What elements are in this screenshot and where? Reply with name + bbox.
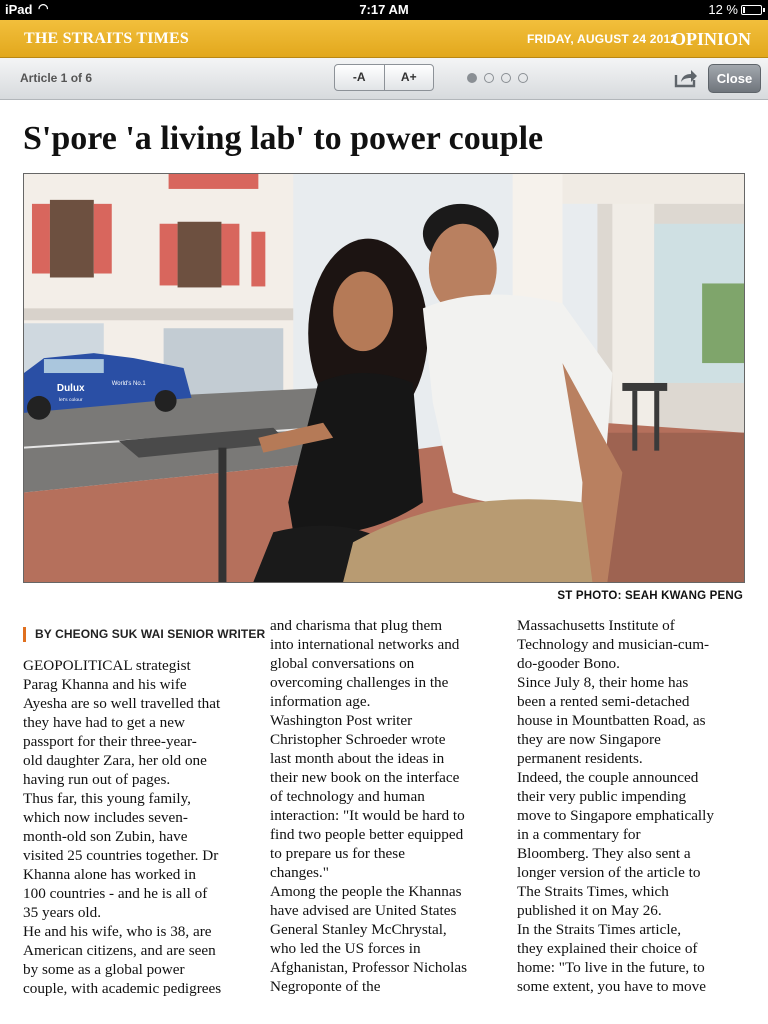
article-column-3: Massachusetts Institute of Technology an… <box>517 616 749 996</box>
close-button[interactable]: Close <box>708 64 761 93</box>
decrease-font-button[interactable]: -A <box>335 65 384 90</box>
article-counter: Article 1 of 6 <box>20 71 93 85</box>
taxi-ad-tagline: let's colour <box>59 397 83 403</box>
font-size-control: -A A+ <box>334 64 434 91</box>
body-text: GEOPOLITICAL strategist Parag Khanna and… <box>23 657 222 997</box>
newspaper-logo: THE STRAITS TIMES <box>24 30 189 47</box>
section-name: OPINION <box>672 29 752 49</box>
byline: BY CHEONG SUK WAI SENIOR WRITER <box>23 627 265 642</box>
masthead: THE STRAITS TIMES FRIDAY, AUGUST 24 2012… <box>0 20 768 58</box>
article-column-1: GEOPOLITICAL strategist Parag Khanna and… <box>23 656 255 998</box>
issue-date: FRIDAY, AUGUST 24 2012 <box>527 32 678 46</box>
page-dot[interactable] <box>501 73 511 83</box>
page-indicator[interactable] <box>467 73 528 83</box>
share-icon[interactable] <box>674 67 698 89</box>
reader-toolbar: Article 1 of 6 -A A+ Close <box>0 58 768 100</box>
article-photo: Dulux World's No.1 let's colour <box>23 173 745 583</box>
page-dot[interactable] <box>484 73 494 83</box>
taxi-ad-slogan: World's No.1 <box>112 381 147 387</box>
increase-font-button[interactable]: A+ <box>383 65 434 90</box>
body-text: Massachusetts Institute of Technology an… <box>517 617 714 995</box>
status-bar: iPad ◠ 7:17 AM 12 % <box>0 0 768 20</box>
battery-icon <box>741 5 765 15</box>
photo-credit: ST PHOTO: SEAH KWANG PENG <box>557 590 743 602</box>
clock: 7:17 AM <box>359 2 409 17</box>
battery-percentage: 12 % <box>708 2 738 17</box>
page-dot[interactable] <box>467 73 477 83</box>
taxi-ad-brand: Dulux <box>57 383 85 394</box>
article-headline: S'pore 'a living lab' to power couple <box>23 120 544 157</box>
body-text: and charisma that plug them into interna… <box>270 617 467 995</box>
page-dot[interactable] <box>518 73 528 83</box>
article-column-2: and charisma that plug them into interna… <box>270 616 502 996</box>
